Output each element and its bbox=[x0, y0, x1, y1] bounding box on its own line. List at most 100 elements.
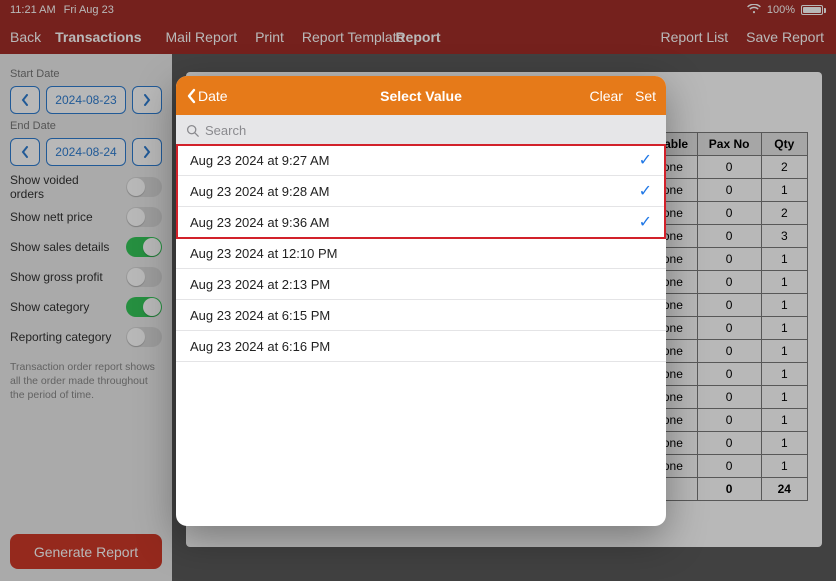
table-row: one01 bbox=[649, 432, 808, 455]
sidebar: Start Date 2024-08-23 End Date 2024-08-2… bbox=[0, 54, 172, 581]
end-date-label: End Date bbox=[10, 120, 162, 132]
show-voided-toggle[interactable] bbox=[126, 177, 162, 197]
help-text: Transaction order report shows all the o… bbox=[10, 360, 162, 403]
mail-report-button[interactable]: Mail Report bbox=[166, 29, 238, 45]
total-pax: 0 bbox=[697, 478, 761, 501]
cell-pax: 0 bbox=[697, 386, 761, 409]
table-row: one01 bbox=[649, 386, 808, 409]
list-item-label: Aug 23 2024 at 9:36 AM bbox=[190, 215, 330, 230]
list-item[interactable]: Aug 23 2024 at 6:16 PM bbox=[176, 331, 666, 362]
save-report-button[interactable]: Save Report bbox=[746, 29, 824, 45]
back-button[interactable]: Back bbox=[10, 29, 41, 45]
cell-pax: 0 bbox=[697, 225, 761, 248]
cell-qty: 1 bbox=[761, 271, 807, 294]
table-row: one01 bbox=[649, 271, 808, 294]
cell-pax: 0 bbox=[697, 340, 761, 363]
cell-qty: 1 bbox=[761, 294, 807, 317]
table-row: one02 bbox=[649, 156, 808, 179]
popover-search[interactable]: Search bbox=[176, 115, 666, 145]
show-category-label: Show category bbox=[10, 300, 89, 314]
transactions-title: Transactions bbox=[55, 29, 141, 45]
cell-pax: 0 bbox=[697, 317, 761, 340]
cell-pax: 0 bbox=[697, 179, 761, 202]
cell-qty: 1 bbox=[761, 179, 807, 202]
total-qty: 24 bbox=[761, 478, 807, 501]
list-item-label: Aug 23 2024 at 2:13 PM bbox=[190, 277, 330, 292]
list-item-label: Aug 23 2024 at 12:10 PM bbox=[190, 246, 337, 261]
list-item[interactable]: Aug 23 2024 at 6:15 PM bbox=[176, 300, 666, 331]
popover-clear-button[interactable]: Clear bbox=[590, 88, 623, 104]
report-list-button[interactable]: Report List bbox=[660, 29, 728, 45]
table-row: one01 bbox=[649, 317, 808, 340]
cell-pax: 0 bbox=[697, 156, 761, 179]
end-date-prev[interactable] bbox=[10, 138, 40, 166]
cell-qty: 1 bbox=[761, 409, 807, 432]
list-item[interactable]: Aug 23 2024 at 9:27 AM ✓ bbox=[176, 145, 666, 176]
popover-list: Aug 23 2024 at 9:27 AM✓Aug 23 2024 at 9:… bbox=[176, 145, 666, 362]
show-gross-toggle[interactable] bbox=[126, 267, 162, 287]
show-sales-label: Show sales details bbox=[10, 240, 109, 254]
battery-percent: 100% bbox=[767, 4, 795, 16]
cell-pax: 0 bbox=[697, 271, 761, 294]
check-icon: ✓ bbox=[639, 150, 652, 170]
end-date-next[interactable] bbox=[132, 138, 162, 166]
report-template-button[interactable]: Report Template bbox=[302, 29, 404, 45]
list-item[interactable]: Aug 23 2024 at 9:28 AM✓ bbox=[176, 176, 666, 207]
list-item[interactable]: Aug 23 2024 at 12:10 PM bbox=[176, 238, 666, 269]
table-row: one03 bbox=[649, 225, 808, 248]
start-date-label: Start Date bbox=[10, 68, 162, 80]
cell-qty: 1 bbox=[761, 248, 807, 271]
check-icon: ✓ bbox=[639, 212, 652, 232]
cell-qty: 1 bbox=[761, 317, 807, 340]
table-row: one01 bbox=[649, 455, 808, 478]
cell-qty: 1 bbox=[761, 340, 807, 363]
cell-qty: 1 bbox=[761, 455, 807, 478]
status-time: 11:21 AM bbox=[10, 4, 56, 16]
list-item[interactable]: Aug 23 2024 at 2:13 PM bbox=[176, 269, 666, 300]
reporting-category-label: Reporting category bbox=[10, 330, 111, 344]
th-qty: Qty bbox=[761, 133, 807, 156]
list-item-label: Aug 23 2024 at 9:28 AM bbox=[190, 184, 330, 199]
show-voided-label: Show voided orders bbox=[10, 173, 110, 201]
page-title: Report bbox=[395, 29, 440, 45]
cell-pax: 0 bbox=[697, 248, 761, 271]
list-item[interactable]: Aug 23 2024 at 9:36 AM ✓ bbox=[176, 207, 666, 238]
cell-pax: 0 bbox=[697, 202, 761, 225]
cell-qty: 2 bbox=[761, 202, 807, 225]
show-nett-label: Show nett price bbox=[10, 210, 93, 224]
search-placeholder: Search bbox=[205, 123, 246, 138]
cell-qty: 1 bbox=[761, 432, 807, 455]
table-row: one01 bbox=[649, 363, 808, 386]
popover-back-button[interactable]: Date bbox=[186, 88, 228, 104]
table-row: one02 bbox=[649, 202, 808, 225]
report-table: Table Pax No Qty one02one01one02one03one… bbox=[648, 132, 808, 501]
table-row: one01 bbox=[649, 340, 808, 363]
table-row: one01 bbox=[649, 294, 808, 317]
start-date-button[interactable]: 2024-08-23 bbox=[46, 86, 126, 114]
popover-title: Select Value bbox=[380, 88, 462, 104]
search-icon bbox=[186, 124, 199, 137]
list-item-label: Aug 23 2024 at 6:15 PM bbox=[190, 308, 330, 323]
cell-pax: 0 bbox=[697, 432, 761, 455]
show-gross-label: Show gross profit bbox=[10, 270, 103, 284]
top-nav: Back Transactions Mail Report Print Repo… bbox=[0, 20, 836, 54]
wifi-icon bbox=[747, 4, 761, 17]
reporting-category-toggle[interactable] bbox=[126, 327, 162, 347]
cell-pax: 0 bbox=[697, 363, 761, 386]
cell-qty: 1 bbox=[761, 386, 807, 409]
cell-pax: 0 bbox=[697, 294, 761, 317]
table-row: one01 bbox=[649, 409, 808, 432]
start-date-next[interactable] bbox=[132, 86, 162, 114]
popover-set-button[interactable]: Set bbox=[635, 88, 656, 104]
table-row: one01 bbox=[649, 248, 808, 271]
start-date-prev[interactable] bbox=[10, 86, 40, 114]
end-date-button[interactable]: 2024-08-24 bbox=[46, 138, 126, 166]
show-category-toggle[interactable] bbox=[126, 297, 162, 317]
generate-report-button[interactable]: Generate Report bbox=[10, 534, 162, 569]
status-bar: 11:21 AM Fri Aug 23 100% bbox=[0, 0, 836, 20]
popover-back-label: Date bbox=[198, 88, 228, 104]
show-nett-toggle[interactable] bbox=[126, 207, 162, 227]
list-item-label: Aug 23 2024 at 9:27 AM bbox=[190, 153, 330, 168]
print-button[interactable]: Print bbox=[255, 29, 284, 45]
show-sales-toggle[interactable] bbox=[126, 237, 162, 257]
